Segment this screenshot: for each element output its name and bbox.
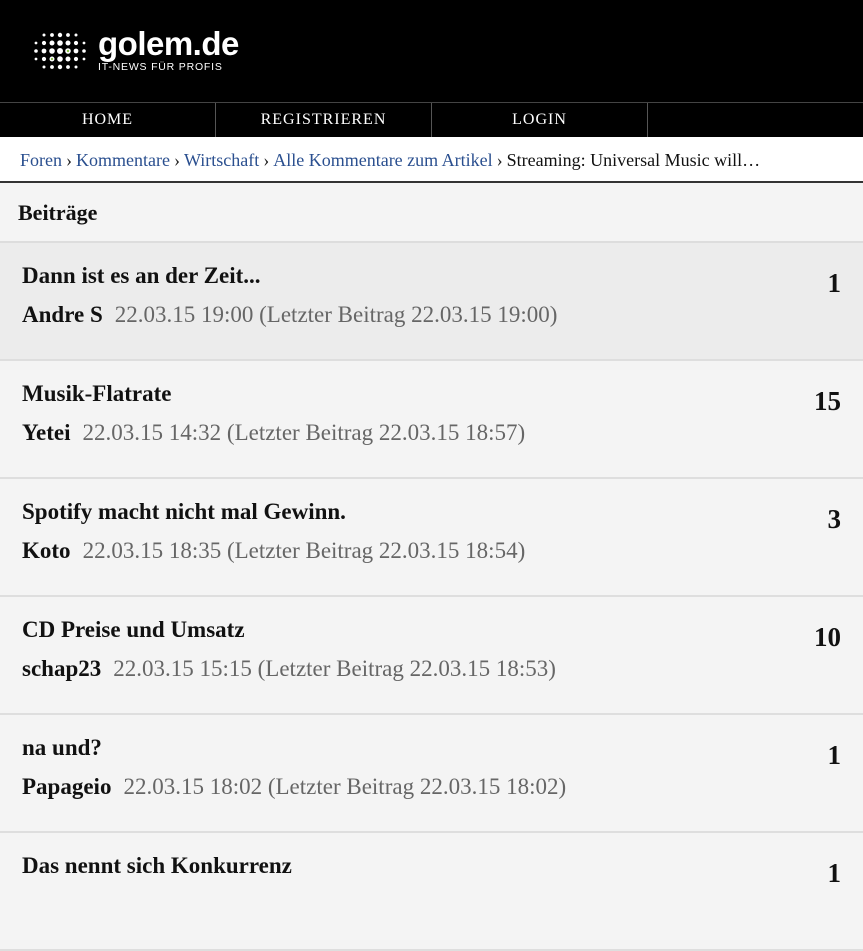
breadcrumb-alle-kommentare[interactable]: Alle Kommentare zum Artikel xyxy=(273,150,492,170)
post-title: Spotify macht nicht mal Gewinn. xyxy=(22,499,346,524)
section-title: Beiträge xyxy=(0,183,863,243)
post-reply-count: 1 xyxy=(827,740,842,770)
golem-logo[interactable]: golem.de IT-NEWS FÜR PROFIS xyxy=(30,25,239,74)
post-meta: Yetei 22.03.15 14:32 (Letzter Beitrag 22.… xyxy=(22,420,525,446)
site-header: golem.de IT-NEWS FÜR PROFIS xyxy=(0,0,863,102)
post-title: Dann ist es an der Zeit... xyxy=(22,263,261,288)
post-meta: Koto 22.03.15 18:35 (Letzter Beitrag 22.0… xyxy=(22,538,525,564)
logo-text: golem.de IT-NEWS FÜR PROFIS xyxy=(98,25,239,73)
post-reply-count: 15 xyxy=(814,386,841,416)
breadcrumb-separator: › xyxy=(263,150,270,170)
post-author: Koto xyxy=(22,538,71,563)
post-reply-count: 1 xyxy=(827,268,842,298)
breadcrumb-foren[interactable]: Foren xyxy=(20,150,62,170)
main-nav: HOME REGISTRIEREN LOGIN xyxy=(0,102,863,137)
post-title: Das nennt sich Konkurrenz xyxy=(22,853,292,878)
breadcrumb-separator: › xyxy=(66,150,72,170)
post-reply-count: 1 xyxy=(827,858,842,888)
post-item[interactable]: Dann ist es an der Zeit... Andre S 22.03.… xyxy=(0,243,863,361)
post-date: 22.03.15 14:32 (Letzter Beitrag 22.03.15… xyxy=(82,420,526,445)
nav-login[interactable]: LOGIN xyxy=(432,103,648,137)
post-date: 22.03.15 18:35 (Letzter Beitrag 22.03.15… xyxy=(82,538,526,563)
post-date: 22.03.15 18:02 (Letzter Beitrag 22.03.15… xyxy=(123,774,567,799)
post-meta: Andre S 22.03.15 19:00 (Letzter Beitrag 2… xyxy=(22,302,557,328)
post-meta xyxy=(22,892,34,918)
post-item[interactable]: Spotify macht nicht mal Gewinn. Koto 22.0… xyxy=(0,479,863,597)
post-author: schap23 xyxy=(22,656,102,681)
post-author: Yetei xyxy=(22,420,71,445)
post-author: Andre S xyxy=(22,302,103,327)
post-meta: schap23 22.03.15 15:15 (Letzter Beitrag 2… xyxy=(22,656,556,682)
post-date: 22.03.15 19:00 (Letzter Beitrag 22.03.15… xyxy=(114,302,558,327)
post-list: Dann ist es an der Zeit... Andre S 22.03.… xyxy=(0,243,863,951)
nav-home[interactable]: HOME xyxy=(0,103,216,137)
post-title: CD Preise und Umsatz xyxy=(22,617,245,642)
breadcrumb-separator: › xyxy=(173,150,180,170)
post-meta: Papageio 22.03.15 18:02 (Letzter Beitrag … xyxy=(22,774,566,800)
logo-name: golem.de xyxy=(98,25,239,62)
post-item[interactable]: na und? Papageio 22.03.15 18:02 (Letzter … xyxy=(0,715,863,833)
post-reply-count: 3 xyxy=(827,504,842,534)
post-author: Papageio xyxy=(22,774,112,799)
breadcrumb-separator: › xyxy=(496,150,503,170)
post-item[interactable]: Musik-Flatrate Yetei 22.03.15 14:32 (Letz… xyxy=(0,361,863,479)
nav-registrieren[interactable]: REGISTRIEREN xyxy=(216,103,432,137)
breadcrumb: Foren › Kommentare › Wirtschaft › Alle Komment… xyxy=(0,137,863,183)
post-date: 22.03.15 15:15 (Letzter Beitrag 22.03.15… xyxy=(113,656,556,681)
post-title: Musik-Flatrate xyxy=(22,381,172,406)
post-item[interactable]: CD Preise und Umsatz schap23 22.03.15 15:… xyxy=(0,597,863,715)
breadcrumb-current: Streaming: Universal Music will… xyxy=(506,150,761,170)
post-item[interactable]: Das nennt sich Konkurrenz 1 xyxy=(0,833,863,951)
post-title: na und? xyxy=(22,735,102,760)
logo-dots-icon xyxy=(34,32,86,70)
breadcrumb-kommentare[interactable]: Kommentare xyxy=(76,150,170,170)
post-reply-count: 10 xyxy=(814,622,841,652)
breadcrumb-wirtschaft[interactable]: Wirtschaft xyxy=(184,150,259,170)
logo-tagline: IT-NEWS FÜR PROFIS xyxy=(98,61,223,73)
